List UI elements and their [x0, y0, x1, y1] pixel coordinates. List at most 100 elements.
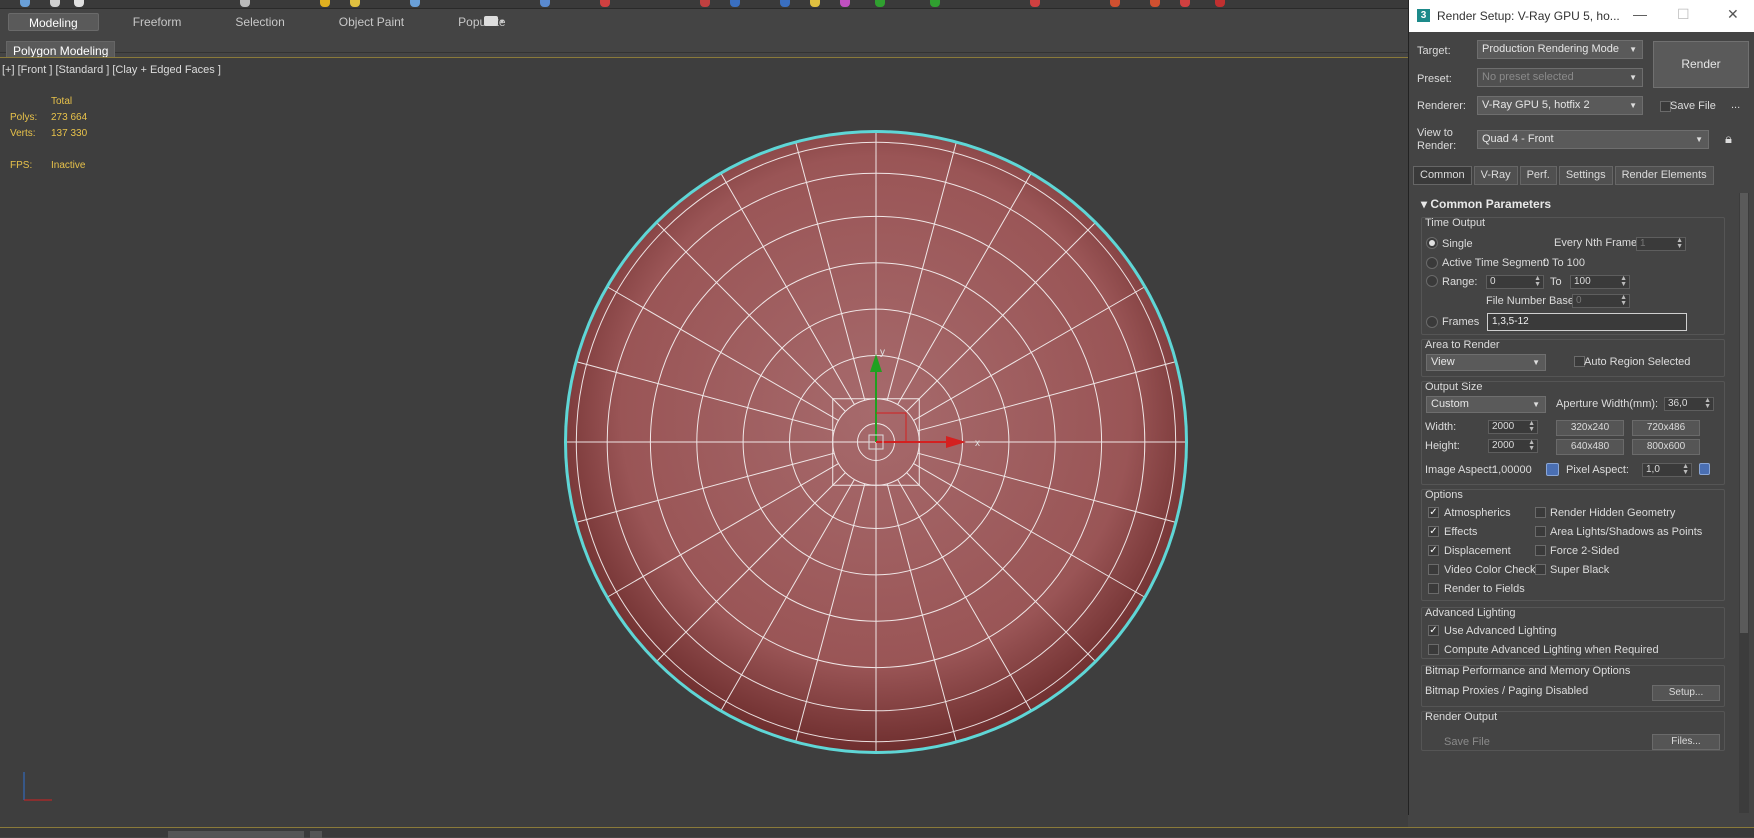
toolbar-icon[interactable] — [700, 0, 710, 7]
height-label: Height: — [1425, 440, 1460, 452]
toolbar-icon[interactable] — [540, 0, 550, 7]
ribbon-tab-populate[interactable]: Populate — [438, 13, 525, 31]
toolbar-icon[interactable] — [810, 0, 820, 7]
ribbon-tabs: Modeling Freeform Selection Object Paint… — [8, 13, 540, 31]
lock-icon[interactable]: 🔒︎ — [1725, 131, 1732, 147]
atmospherics-checkbox[interactable]: ✓ — [1428, 507, 1439, 518]
toolbar-icon[interactable] — [50, 0, 60, 7]
common-parameters-rollout[interactable]: ▾ Common Parameters — [1421, 197, 1551, 211]
dialog-title-bar[interactable]: 3 Render Setup: V-Ray GPU 5, ho... — ☐ ✕ — [1409, 0, 1754, 32]
viewport-scene[interactable]: y x — [0, 58, 1408, 828]
single-radio[interactable] — [1426, 237, 1438, 249]
toolbar-icon[interactable] — [74, 0, 84, 7]
render-output-title: Render Output — [1425, 711, 1498, 723]
area-lights-as-points-checkbox[interactable] — [1535, 526, 1546, 537]
pixel-aspect-spinner[interactable]: 1,0 ▲ ▼ — [1642, 463, 1692, 477]
ribbon-tab-selection[interactable]: Selection — [215, 13, 304, 31]
tab-render-elements[interactable]: Render Elements — [1614, 166, 1714, 185]
tab-perf[interactable]: Perf. — [1519, 166, 1557, 185]
ribbon-options-button[interactable]: ▾ — [484, 16, 504, 26]
toolbar-icon[interactable] — [1110, 0, 1120, 7]
atmospherics-label: Atmospherics — [1444, 507, 1511, 519]
tab-common[interactable]: Common — [1413, 166, 1472, 185]
compute-advanced-lighting-checkbox[interactable] — [1428, 644, 1439, 655]
range-to-spinner[interactable]: 100 ▲ ▼ — [1570, 275, 1630, 289]
close-icon[interactable]: ✕ — [1727, 6, 1739, 23]
toolbar-icon[interactable] — [840, 0, 850, 7]
render-hidden-geometry-label: Render Hidden Geometry — [1550, 507, 1676, 519]
spinner-arrows-icon: ▲ ▼ — [1620, 275, 1627, 288]
maximize-icon[interactable]: ☐ — [1677, 6, 1690, 23]
displacement-checkbox[interactable]: ✓ — [1428, 545, 1439, 556]
ribbon-tab-object-paint[interactable]: Object Paint — [319, 13, 424, 31]
toolbar-icon[interactable] — [780, 0, 790, 7]
view-to-render-dropdown[interactable]: Quad 4 - Front ▼ — [1477, 130, 1709, 149]
toolbar-icon[interactable] — [1180, 0, 1190, 7]
scrollbar-thumb[interactable] — [1740, 193, 1748, 633]
renderer-dropdown[interactable]: V-Ray GPU 5, hotfix 2 ▼ — [1477, 96, 1643, 115]
aperture-width-spinner[interactable]: 36,0 ▲ ▼ — [1664, 397, 1714, 411]
super-black-checkbox[interactable] — [1535, 564, 1546, 575]
toolbar-icon[interactable] — [730, 0, 740, 7]
aperture-width-label: Aperture Width(mm): — [1556, 398, 1659, 410]
output-size-dropdown[interactable]: Custom ▼ — [1426, 396, 1546, 413]
frames-input[interactable]: 1,3,5-12 — [1487, 313, 1687, 331]
use-advanced-lighting-checkbox[interactable]: ✓ — [1428, 625, 1439, 636]
image-aspect-lock-icon[interactable] — [1546, 463, 1559, 476]
ribbon-options-icon — [484, 16, 498, 26]
target-dropdown[interactable]: Production Rendering Mode ▼ — [1477, 40, 1643, 59]
area-to-render-dropdown[interactable]: View ▼ — [1426, 354, 1546, 371]
render-button[interactable]: Render — [1653, 41, 1749, 88]
minimize-icon[interactable]: — — [1633, 6, 1647, 22]
range-radio[interactable] — [1426, 275, 1438, 287]
save-file-browse-button[interactable]: ... — [1731, 99, 1740, 111]
chevron-down-icon: ▼ — [1629, 73, 1637, 82]
force-2-sided-checkbox[interactable] — [1535, 545, 1546, 556]
toolbar-icon[interactable] — [350, 0, 360, 7]
toolbar-icon[interactable] — [410, 0, 420, 7]
force-2-sided-label: Force 2-Sided — [1550, 545, 1620, 557]
range-from-spinner[interactable]: 0 ▲ ▼ — [1486, 275, 1544, 289]
toolbar-icon[interactable] — [1030, 0, 1040, 7]
active-time-segment-radio[interactable] — [1426, 257, 1438, 269]
world-axis-tripod — [23, 772, 52, 801]
toolbar-icon[interactable] — [1150, 0, 1160, 7]
tab-vray[interactable]: V-Ray — [1473, 166, 1518, 185]
render-setup-tabs: Common V-Ray Perf. Settings Render Eleme… — [1413, 166, 1716, 185]
viewport-front[interactable]: [+] [Front ] [Standard ] [Clay + Edged F… — [0, 57, 1408, 827]
toolbar-icon[interactable] — [875, 0, 885, 7]
width-spinner[interactable]: 2000 ▲ ▼ — [1488, 420, 1538, 434]
preset-720x486-button[interactable]: 720x486 — [1632, 420, 1700, 436]
toolbar-icon[interactable] — [1215, 0, 1225, 7]
use-advanced-lighting-label: Use Advanced Lighting — [1444, 625, 1557, 637]
toolbar-icon[interactable] — [320, 0, 330, 7]
status-bar — [0, 827, 1754, 838]
effects-checkbox[interactable]: ✓ — [1428, 526, 1439, 537]
dialog-scrollbar[interactable] — [1739, 193, 1749, 813]
file-number-base-spinner[interactable]: 0 ▲ ▼ — [1572, 294, 1630, 308]
render-hidden-geometry-checkbox[interactable] — [1535, 507, 1546, 518]
spinner-arrows-icon: ▲ ▼ — [1620, 294, 1627, 307]
render-to-fields-checkbox[interactable] — [1428, 583, 1439, 594]
render-output-files-button[interactable]: Files... — [1652, 734, 1720, 750]
toolbar-icon[interactable] — [20, 0, 30, 7]
bitmap-setup-button[interactable]: Setup... — [1652, 685, 1720, 701]
ribbon-tab-modeling[interactable]: Modeling — [8, 13, 99, 31]
preset-320x240-button[interactable]: 320x240 — [1556, 420, 1624, 436]
every-nth-frame-spinner[interactable]: 1 ▲ ▼ — [1636, 237, 1686, 251]
frames-radio[interactable] — [1426, 316, 1438, 328]
toolbar-icon[interactable] — [930, 0, 940, 7]
output-size-group: Output Size Custom ▼ Aperture Width(mm): … — [1421, 381, 1725, 485]
toolbar-icon[interactable] — [240, 0, 250, 7]
bitmap-proxies-status: Bitmap Proxies / Paging Disabled — [1425, 685, 1589, 697]
preset-dropdown[interactable]: No preset selected ▼ — [1477, 68, 1643, 87]
ribbon-tab-freeform[interactable]: Freeform — [113, 13, 202, 31]
video-color-check-checkbox[interactable] — [1428, 564, 1439, 575]
height-spinner[interactable]: 2000 ▲ ▼ — [1488, 439, 1538, 453]
pixel-aspect-lock-icon[interactable] — [1699, 463, 1710, 475]
range-to-value: 100 — [1574, 276, 1591, 287]
preset-640x480-button[interactable]: 640x480 — [1556, 439, 1624, 455]
tab-settings[interactable]: Settings — [1558, 166, 1613, 185]
toolbar-icon[interactable] — [600, 0, 610, 7]
preset-800x600-button[interactable]: 800x600 — [1632, 439, 1700, 455]
